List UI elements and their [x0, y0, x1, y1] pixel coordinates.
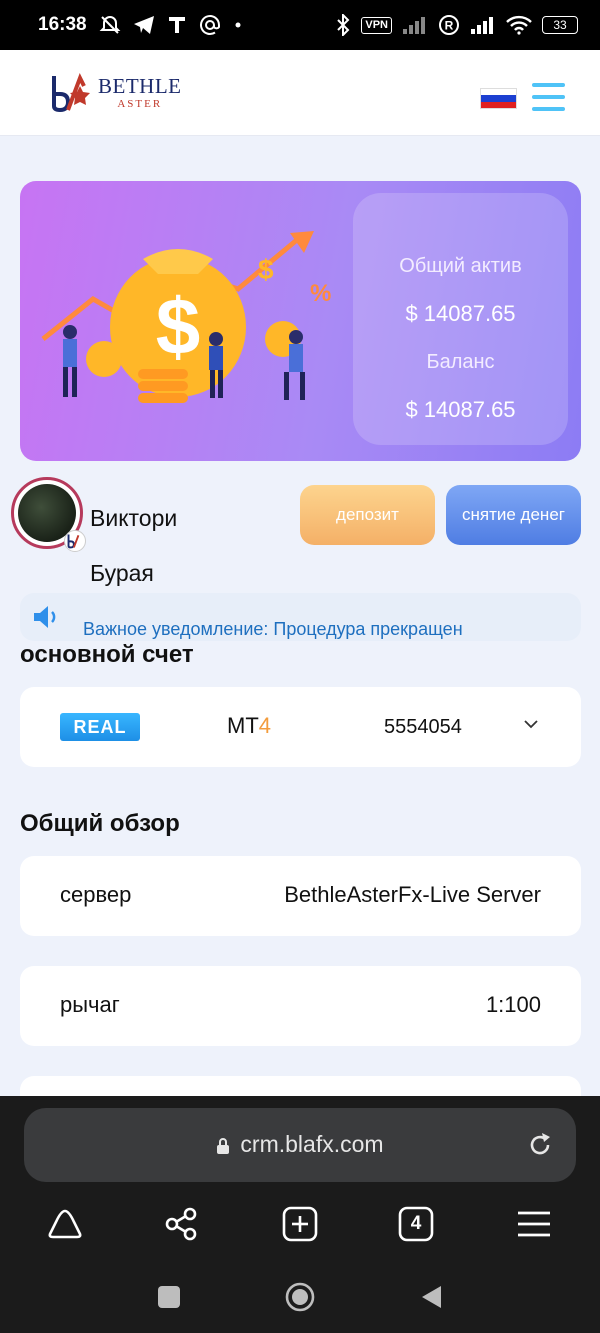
svg-text:R: R [445, 19, 454, 33]
site-header: BETHLE ASTER [0, 50, 600, 136]
svg-text:%: % [310, 280, 331, 307]
platform-number: 4 [258, 713, 272, 738]
svg-text:$: $ [156, 282, 201, 371]
platform-prefix: MT [227, 713, 259, 738]
leverage-label: рычаг [60, 992, 120, 1017]
logo-icon [52, 73, 90, 113]
back-icon[interactable] [417, 1282, 447, 1312]
account-type-badge: REAL [60, 713, 140, 741]
status-right-icons: VPN R 33 [335, 14, 578, 36]
withdraw-button[interactable]: снятие денег [446, 485, 581, 545]
home-nav-icon[interactable] [285, 1282, 315, 1312]
wifi-icon [506, 15, 532, 35]
overview-title: Общий обзор [20, 810, 180, 837]
leverage-row: рычаг 1:100 [20, 966, 581, 1046]
notice-text: Важное уведомление: Процедура прекращен [83, 619, 463, 639]
deposit-button[interactable]: депозит [300, 485, 435, 545]
browser-toolbar: crm.blafx.com 4 [0, 1096, 600, 1333]
tab-count: 4 [410, 1213, 422, 1234]
at-icon [199, 14, 221, 36]
menu-line [532, 83, 565, 87]
roaming-icon: R [438, 14, 460, 36]
svg-text:$: $ [258, 254, 274, 285]
t-app-icon [167, 15, 187, 35]
home-icon[interactable] [45, 1204, 85, 1244]
money-illustration: $ $ % [41, 231, 331, 403]
muted-alarm-icon [99, 14, 121, 36]
avatar[interactable] [11, 477, 86, 552]
tabs-icon[interactable]: 4 [396, 1204, 436, 1244]
share-icon[interactable] [161, 1204, 201, 1244]
status-bar: 16:38 VPN R 33 [0, 0, 600, 50]
menu-line [532, 107, 565, 111]
site-logo[interactable]: BETHLE ASTER [50, 72, 181, 114]
battery-icon: 33 [542, 16, 578, 34]
balance-value: $ 14087.65 [405, 397, 516, 422]
total-assets-value: $ 14087.65 [405, 301, 516, 326]
bluetooth-icon [335, 14, 351, 36]
logo-text: BETHLE [98, 74, 182, 98]
chevron-down-icon[interactable] [522, 715, 540, 733]
url-text: crm.blafx.com [240, 1131, 384, 1157]
menu-icon[interactable] [514, 1204, 554, 1244]
recents-icon[interactable] [154, 1282, 184, 1312]
address-bar[interactable]: crm.blafx.com [24, 1108, 576, 1182]
status-left-icons [99, 14, 243, 36]
account-number: 5554054 [384, 716, 462, 738]
logo-badge-icon [64, 530, 86, 552]
dot-icon [233, 20, 243, 30]
total-assets-label: Общий актив [399, 255, 522, 277]
user-name: Виктори Бурая [90, 505, 178, 586]
server-label: сервер [60, 882, 132, 907]
notice-bar[interactable]: Важное уведомление: Процедура прекращен [20, 593, 581, 641]
server-value: BethleAsterFx-Live Server [284, 882, 541, 907]
language-flag-icon[interactable] [480, 88, 517, 109]
main-account-title: основной счет [20, 641, 194, 668]
balance-label: Баланс [426, 351, 495, 373]
signal-icon [470, 16, 496, 34]
new-tab-icon[interactable] [280, 1204, 320, 1244]
status-time: 16:38 [38, 14, 87, 35]
url-display: crm.blafx.com [24, 1131, 576, 1158]
telegram-icon [133, 15, 155, 35]
menu-line [532, 95, 565, 99]
signal-icon [402, 16, 428, 34]
hamburger-menu-button[interactable] [532, 83, 565, 111]
reload-icon[interactable] [526, 1131, 554, 1159]
logo-subtext: ASTER [117, 98, 163, 110]
lock-icon [217, 1137, 230, 1154]
vpn-icon: VPN [361, 16, 392, 34]
asset-summary-card: Общий актив $ 14087.65 Баланс $ 14087.65 [353, 193, 568, 445]
platform-label: MT4 [227, 713, 271, 739]
server-row: сервер BethleAsterFx-Live Server [20, 856, 581, 936]
balance-banner: $ $ % Общий актив $ 14087.65 Баланс $ 14… [20, 181, 581, 461]
speaker-icon [34, 606, 56, 628]
account-selector[interactable]: REAL MT4 5554054 [20, 687, 581, 767]
leverage-value: 1:100 [485, 992, 541, 1017]
